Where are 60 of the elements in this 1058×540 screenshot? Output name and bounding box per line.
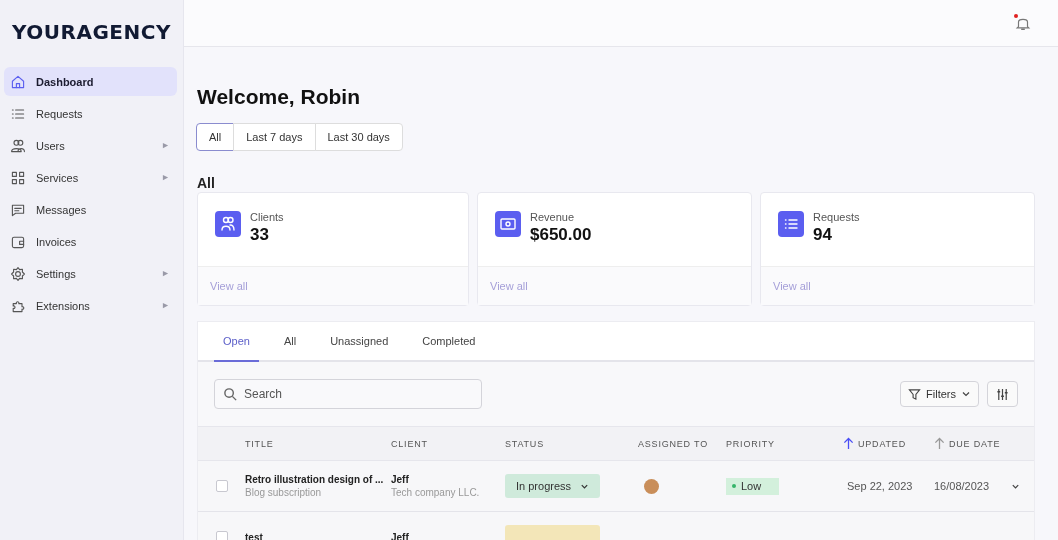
stat-label: Revenue (530, 211, 576, 223)
brand-logo: YOURAGENCY (11, 20, 172, 44)
priority-badge: Low (726, 477, 779, 495)
page-heading: Welcome, Robin (197, 85, 361, 109)
users-icon (215, 211, 241, 237)
range-filter-button[interactable]: All (196, 123, 235, 151)
column-header: ASSIGNED TO (638, 438, 708, 449)
home-icon (10, 73, 26, 90)
due-date: 16/08/2023 (934, 480, 990, 492)
request-title: test (245, 531, 263, 540)
request-title: Retro illustration design of ... (245, 474, 384, 485)
updated-date: Sep 22, 2023 (847, 480, 913, 492)
tab[interactable]: Unassigned (321, 322, 398, 360)
search-icon (223, 387, 238, 402)
filters-button[interactable]: Filters (900, 381, 979, 407)
filter-icon (908, 387, 922, 401)
client-company: Tech company LLC. (391, 487, 480, 498)
client-name: Jeff (391, 474, 409, 485)
range-filter-button[interactable]: Last 7 days (233, 123, 316, 151)
users-icon (10, 137, 26, 154)
column-header: TITLE (245, 438, 274, 449)
stat-value: $650.00 (530, 225, 592, 245)
section-title: All (197, 175, 216, 191)
stat-label: Clients (250, 211, 284, 223)
sidebar-item[interactable]: Dashboard (4, 67, 177, 96)
sort-arrow-icon[interactable] (843, 437, 854, 450)
stat-value: 33 (250, 225, 270, 245)
column-header: DUE DATE (949, 438, 1001, 449)
list-icon (778, 211, 804, 237)
sidebar-item[interactable]: Invoices (4, 227, 177, 256)
sidebar-item[interactable]: Services (4, 163, 177, 192)
request-subtitle: Blog subscription (245, 487, 322, 498)
column-header: PRIORITY (726, 438, 775, 449)
column-header: STATUS (505, 438, 544, 449)
tab[interactable]: Open (214, 322, 259, 362)
grid-icon (10, 169, 26, 186)
column-header: CLIENT (391, 438, 428, 449)
tab[interactable]: All (274, 322, 306, 360)
row-checkbox[interactable] (215, 480, 228, 492)
stat-value: 94 (813, 225, 833, 245)
notification-bell-icon[interactable] (1014, 14, 1032, 32)
sidebar-item[interactable]: Users (4, 131, 177, 160)
gear-icon (10, 265, 26, 282)
row-checkbox[interactable] (215, 531, 228, 540)
tab[interactable]: Completed (413, 322, 485, 360)
range-filter-button[interactable]: Last 30 days (314, 123, 403, 151)
sort-arrow-icon[interactable] (934, 437, 945, 450)
search-field[interactable]: Search (214, 379, 482, 409)
stat-label: Requests (813, 211, 860, 223)
sidebar-item[interactable]: Extensions (4, 291, 177, 320)
status-dropdown[interactable]: In progress (505, 474, 600, 498)
banknote-icon (495, 211, 521, 237)
sidebar-item[interactable]: Requests (4, 99, 177, 128)
column-header: UPDATED (858, 438, 906, 449)
sidebar-item[interactable]: Settings (4, 259, 177, 288)
sliders-icon (996, 387, 1009, 401)
column-settings-button[interactable] (987, 381, 1018, 407)
chevron-down-icon (961, 389, 971, 399)
client-name: Jeff (391, 531, 409, 540)
sidebar-item[interactable]: Messages (4, 195, 177, 224)
